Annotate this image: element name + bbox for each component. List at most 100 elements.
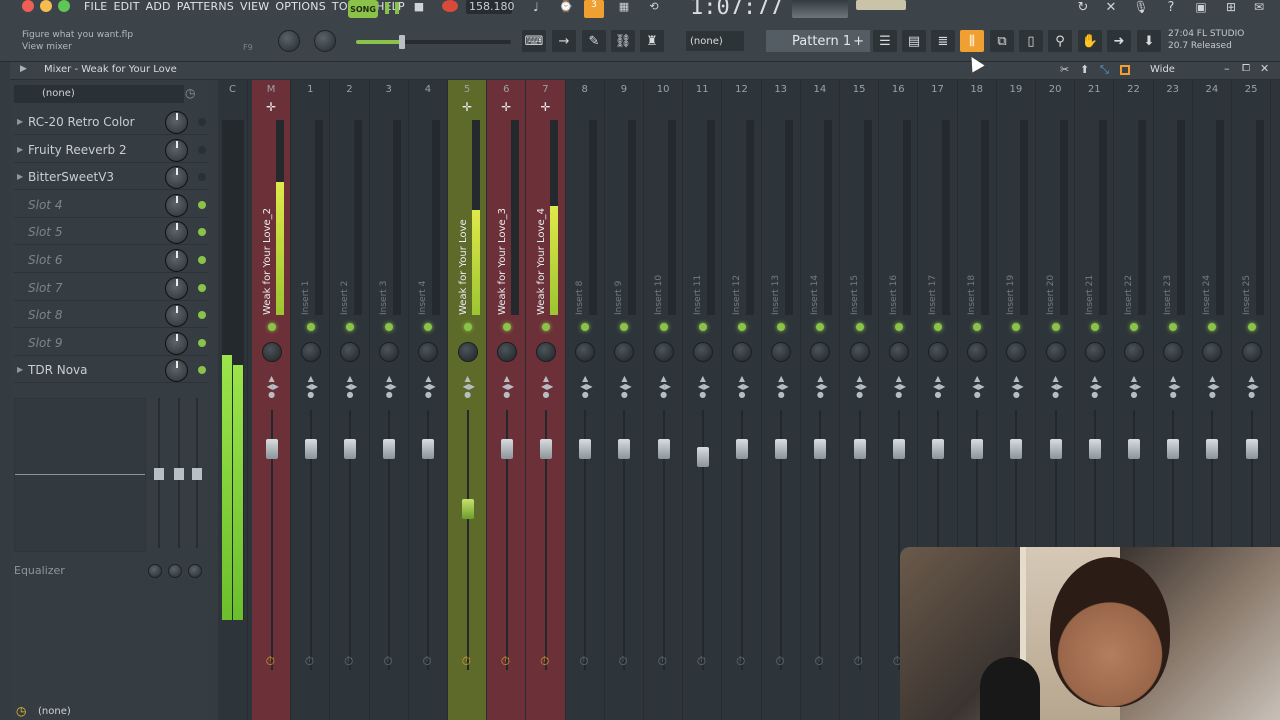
track-volume-fader[interactable] bbox=[1088, 439, 1101, 459]
track-name[interactable]: Insert 24 bbox=[1202, 140, 1214, 315]
track-stereo-icon[interactable]: ▲ ◀▶ ● bbox=[1247, 375, 1259, 399]
effect-slot[interactable]: ▶ Fruity Reeverb 2 bbox=[14, 138, 208, 163]
track-pan-knob[interactable] bbox=[967, 342, 988, 362]
loop-record-icon[interactable]: ⟲ bbox=[644, 0, 664, 18]
track-pan-knob[interactable] bbox=[888, 342, 909, 362]
minimize-window-icon[interactable] bbox=[40, 0, 52, 12]
route-arrow-icon[interactable]: ✛ bbox=[252, 100, 290, 114]
track-mute-led[interactable] bbox=[1129, 323, 1138, 331]
track-name[interactable]: Insert 4 bbox=[418, 140, 430, 315]
track-pan-knob[interactable] bbox=[1163, 342, 1184, 362]
track-name[interactable]: Insert 14 bbox=[810, 140, 822, 315]
track-stereo-icon[interactable]: ▲ ◀▶ ● bbox=[502, 375, 514, 399]
effect-slot[interactable]: ▶ RC-20 Retro Color bbox=[14, 111, 208, 135]
track-pan-knob[interactable] bbox=[1084, 342, 1105, 362]
track-record-arm-icon[interactable]: ⏱ bbox=[697, 654, 706, 669]
track-stereo-icon[interactable]: ▲ ◀▶ ● bbox=[933, 375, 945, 399]
track-mute-led[interactable] bbox=[385, 323, 394, 331]
track-record-arm-icon[interactable]: ⏱ bbox=[814, 654, 823, 669]
track-volume-fader[interactable] bbox=[853, 439, 866, 459]
track-pan-knob[interactable] bbox=[614, 342, 635, 362]
track-name[interactable]: Insert 10 bbox=[654, 140, 666, 315]
eq-band-faders[interactable] bbox=[152, 398, 202, 552]
browser-icon[interactable]: ▯ bbox=[1019, 30, 1043, 52]
track-record-arm-icon[interactable]: ⏱ bbox=[344, 654, 353, 669]
arrow-icon[interactable]: ➜ bbox=[1107, 30, 1131, 52]
mixer-track-2[interactable]: 2 Insert 2 ▲ ◀▶ ● ⏱ bbox=[330, 80, 370, 720]
countdown-icon[interactable]: 3 bbox=[584, 0, 604, 18]
track-stereo-icon[interactable]: ▲ ◀▶ ● bbox=[384, 375, 396, 399]
close-icon[interactable]: ✕ bbox=[1260, 62, 1269, 75]
track-volume-fader[interactable] bbox=[1049, 439, 1062, 459]
track-name[interactable]: Insert 11 bbox=[693, 140, 705, 315]
slot-mix-knob[interactable] bbox=[165, 304, 188, 328]
track-mute-led[interactable] bbox=[1208, 323, 1217, 331]
track-pan-knob[interactable] bbox=[1202, 342, 1223, 362]
mixer-track-4[interactable]: 4 Insert 4 ▲ ◀▶ ● ⏱ bbox=[409, 80, 448, 720]
track-volume-fader[interactable] bbox=[304, 439, 317, 459]
refresh-icon[interactable]: ↻ bbox=[1074, 0, 1092, 18]
track-record-arm-icon[interactable]: ⏱ bbox=[854, 654, 863, 669]
route-arrow-icon[interactable]: ✛ bbox=[526, 100, 564, 114]
download-icon[interactable]: ⬇ bbox=[1137, 30, 1161, 52]
track-mute-led[interactable] bbox=[581, 323, 590, 331]
track-stereo-icon[interactable]: ▲ ◀▶ ● bbox=[894, 375, 906, 399]
track-pan-knob[interactable] bbox=[1045, 342, 1066, 362]
mixer-track-15[interactable]: 15 Insert 15 ▲ ◀▶ ● ⏱ bbox=[840, 80, 880, 720]
master-strip[interactable]: C bbox=[218, 80, 248, 720]
mixer-menu-arrow-icon[interactable]: ▶ bbox=[20, 64, 27, 74]
slot-enable-led[interactable] bbox=[198, 338, 206, 347]
snap-selector[interactable]: (none) bbox=[686, 31, 744, 51]
menu-add[interactable]: ADD bbox=[146, 0, 171, 14]
track-volume-fader[interactable] bbox=[814, 439, 827, 459]
track-mute-led[interactable] bbox=[345, 323, 354, 331]
track-volume-fader[interactable] bbox=[1245, 439, 1258, 459]
touch-controller-icon[interactable]: ✋ bbox=[1078, 30, 1102, 52]
track-mute-led[interactable] bbox=[306, 323, 315, 331]
mixer-icon[interactable]: ⫼ bbox=[960, 30, 984, 52]
track-record-arm-icon[interactable]: ⏱ bbox=[501, 654, 510, 669]
track-mute-led[interactable] bbox=[1090, 323, 1099, 331]
track-stereo-icon[interactable]: ▲ ◀▶ ● bbox=[776, 375, 788, 399]
track-volume-fader[interactable] bbox=[539, 439, 552, 459]
track-mute-led[interactable] bbox=[933, 323, 942, 331]
track-mute-led[interactable] bbox=[698, 323, 707, 331]
route-arrow-icon[interactable]: ✛ bbox=[487, 100, 525, 114]
track-volume-fader[interactable] bbox=[657, 439, 670, 459]
track-pan-knob[interactable] bbox=[418, 342, 439, 362]
track-pan-knob[interactable] bbox=[927, 342, 948, 362]
song-position-display[interactable]: 1:07:77 bbox=[690, 0, 783, 20]
track-volume-fader[interactable] bbox=[422, 439, 435, 459]
help-icon[interactable]: ? bbox=[1162, 0, 1180, 18]
track-name[interactable]: Insert 18 bbox=[967, 140, 979, 315]
track-stereo-icon[interactable]: ▲ ◀▶ ● bbox=[1051, 375, 1063, 399]
track-volume-fader[interactable] bbox=[500, 439, 513, 459]
track-record-arm-icon[interactable]: ⏱ bbox=[266, 654, 275, 669]
track-stereo-icon[interactable]: ▲ ◀▶ ● bbox=[1090, 375, 1102, 399]
mixer-track-7[interactable]: 7 ✛ Weak for Your Love_4 ▲ ◀▶ ● ⏱ bbox=[526, 80, 566, 720]
track-stereo-icon[interactable]: ▲ ◀▶ ● bbox=[1168, 375, 1180, 399]
mixer-track-3[interactable]: 3 Insert 3 ▲ ◀▶ ● ⏱ bbox=[370, 80, 409, 720]
track-stereo-icon[interactable]: ▲ ◀▶ ● bbox=[972, 375, 984, 399]
slot-enable-led[interactable] bbox=[198, 145, 206, 154]
track-name[interactable]: Weak for Your Love_2 bbox=[262, 140, 274, 315]
track-stereo-icon[interactable]: ▲ ◀▶ ● bbox=[306, 375, 318, 399]
track-name[interactable]: Insert 19 bbox=[1006, 140, 1018, 315]
track-volume-fader[interactable] bbox=[1206, 439, 1219, 459]
track-mute-led[interactable] bbox=[1012, 323, 1021, 331]
track-pan-knob[interactable] bbox=[261, 342, 282, 362]
track-mute-led[interactable] bbox=[777, 323, 786, 331]
track-volume-fader[interactable] bbox=[383, 439, 396, 459]
close-window-icon[interactable] bbox=[22, 0, 34, 12]
menu-options[interactable]: OPTIONS bbox=[275, 0, 326, 14]
route-selector[interactable]: (none) bbox=[38, 706, 71, 717]
track-name[interactable]: Insert 21 bbox=[1085, 140, 1097, 315]
track-volume-fader[interactable] bbox=[775, 439, 788, 459]
slot-mix-knob[interactable] bbox=[165, 249, 188, 272]
playlist-icon[interactable]: ☰ bbox=[873, 30, 897, 52]
track-stereo-icon[interactable]: ▲ ◀▶ ● bbox=[541, 375, 553, 399]
track-pan-knob[interactable] bbox=[379, 342, 400, 362]
eq-mid-knob[interactable] bbox=[168, 564, 182, 578]
stop-icon[interactable]: ■ bbox=[410, 0, 428, 18]
track-name[interactable]: Insert 17 bbox=[928, 140, 940, 315]
